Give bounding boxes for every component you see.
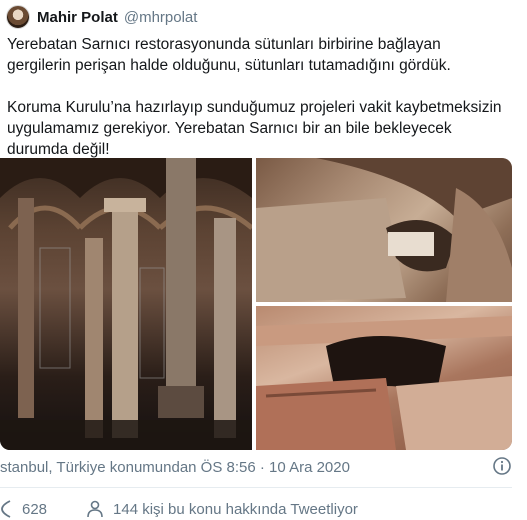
damaged-stone-photo[interactable] — [256, 158, 512, 302]
author-name[interactable]: Mahir Polat — [37, 9, 118, 26]
person-icon — [87, 500, 103, 518]
tweet-paragraph-2: Koruma Kurulu’na hazırlayıp sunduğumuz p… — [7, 99, 502, 158]
tweet-paragraph-1: Yerebatan Sarnıcı restorasyonunda sütunl… — [7, 36, 451, 74]
avatar[interactable] — [6, 5, 30, 29]
tweet-actions: 628 144 kişi bu konu hakkında Tweetliyor — [0, 498, 358, 520]
tweet-text: Yerebatan Sarnıcı restorasyonunda sütunl… — [7, 34, 507, 160]
author-handle[interactable]: @mhrpolat — [124, 9, 198, 26]
info-icon[interactable] — [492, 456, 512, 476]
like-button[interactable]: 628 — [0, 499, 47, 519]
heart-icon — [1, 500, 11, 518]
tweet-meta[interactable]: stanbul, Türkiye konumundan ÖS 8:56 · 10… — [0, 459, 350, 476]
conversation-text: 144 kişi bu konu hakkında Tweetliyor — [113, 500, 358, 518]
media-grid — [0, 158, 512, 450]
divider — [0, 487, 512, 488]
conversation-link[interactable]: 144 kişi bu konu hakkında Tweetliyor — [85, 499, 358, 519]
tweet-header: Mahir Polat @mhrpolat — [6, 4, 197, 30]
like-count: 628 — [22, 500, 48, 518]
cistern-columns-photo[interactable] — [0, 158, 252, 450]
damaged-arch-photo[interactable] — [256, 306, 512, 450]
